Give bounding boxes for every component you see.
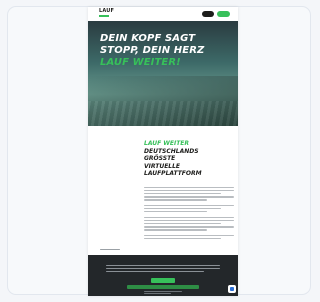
hero-image-ground xyxy=(88,101,238,126)
intro-paragraph-1 xyxy=(144,187,234,202)
intro-heading-line3: GRÖSSTE xyxy=(144,155,176,162)
intro-heading-line1: LAUF WEITER xyxy=(144,140,190,147)
intro-heading: LAUF WEITER DEUTSCHLANDS GRÖSSTE VIRTUEL… xyxy=(144,140,234,178)
intro-heading-line5: LAUFPLATTFORM xyxy=(144,170,202,177)
intro-heading-line4: VIRTUELLE xyxy=(144,162,181,170)
consent-footer-links[interactable] xyxy=(144,291,182,295)
logo[interactable]: LAUF xyxy=(99,9,117,19)
hero-headline-line3: LAUF WEITER! xyxy=(100,57,181,68)
intro-paragraph-2 xyxy=(144,205,234,214)
cookie-settings-button[interactable] xyxy=(127,285,199,289)
consent-text xyxy=(106,265,220,274)
signup-button[interactable] xyxy=(217,11,230,17)
site-header: LAUF xyxy=(88,7,238,21)
chat-icon[interactable] xyxy=(228,285,236,293)
logo-accent-bar xyxy=(99,15,109,17)
hero-banner: DEIN KOPF SAGT STOPP, DEIN HERZ LAUF WEI… xyxy=(88,21,238,126)
login-button[interactable] xyxy=(202,11,214,17)
intro-paragraph-3 xyxy=(144,217,234,232)
intro-paragraph-4 xyxy=(144,235,234,241)
logo-text: LAUF xyxy=(99,8,115,14)
website-preview: LAUF DEIN KOPF SAGT STOPP, DEIN HERZ LAU… xyxy=(88,7,238,296)
accept-cookies-button[interactable] xyxy=(151,278,175,283)
hero-headline-line1: DEIN KOPF SAGT xyxy=(100,33,196,44)
hero-headline-line2: STOPP, DEIN HERZ xyxy=(100,45,205,56)
cookie-consent-banner xyxy=(88,255,238,296)
intro-heading-line2: DEUTSCHLANDS xyxy=(144,147,199,155)
section-footnote xyxy=(100,249,120,252)
